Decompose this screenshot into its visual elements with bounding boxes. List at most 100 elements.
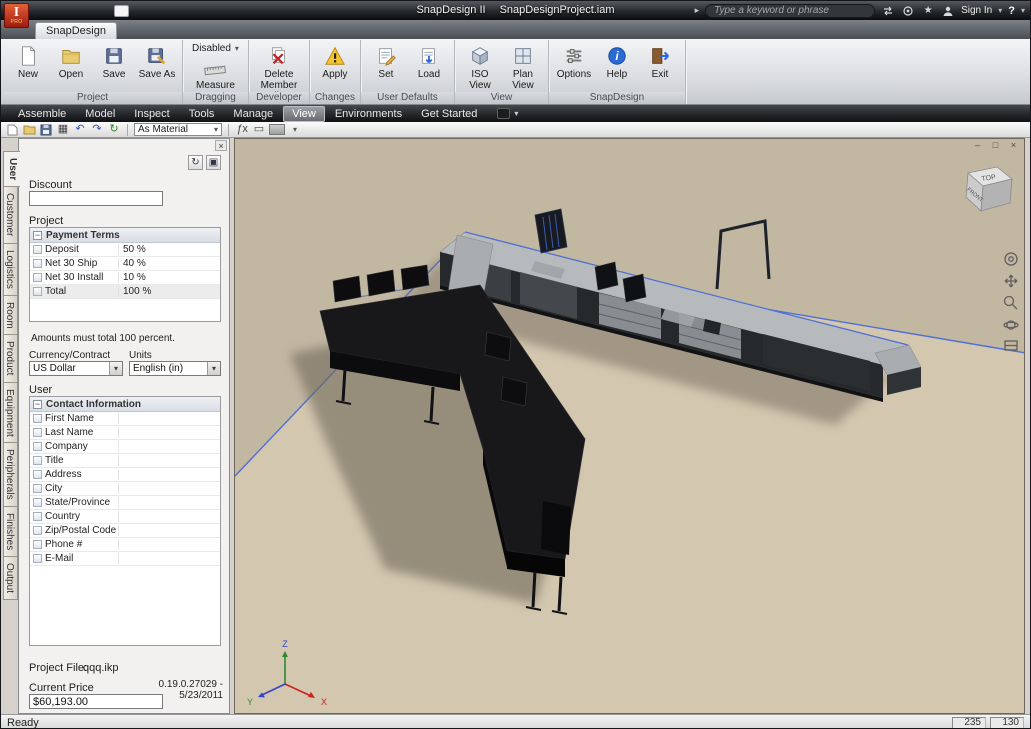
collapse-icon[interactable]: − bbox=[33, 399, 42, 409]
contact-field-row[interactable]: Country bbox=[30, 510, 220, 524]
new-button[interactable]: New bbox=[7, 41, 49, 83]
iso-view-button[interactable]: ISO View bbox=[459, 41, 501, 94]
payment-term-value[interactable]: 50 % bbox=[119, 244, 220, 255]
favorites-star-icon[interactable]: ★ bbox=[921, 4, 935, 17]
help-search-input[interactable] bbox=[705, 3, 876, 18]
payment-term-value[interactable]: 10 % bbox=[119, 272, 220, 283]
console-monitor[interactable] bbox=[332, 275, 362, 303]
toolbar-new-icon[interactable] bbox=[5, 123, 19, 136]
contact-field-row[interactable]: Address bbox=[30, 468, 220, 482]
contact-field-row[interactable]: State/Province bbox=[30, 496, 220, 510]
viewport-3d[interactable]: – □ × TOP FRONT Z X Y bbox=[234, 138, 1025, 714]
menu-environments[interactable]: Environments bbox=[326, 106, 411, 122]
menu-assemble[interactable]: Assemble bbox=[9, 106, 75, 122]
help-caret-icon[interactable]: ▾ bbox=[1021, 6, 1025, 15]
refresh-button[interactable]: ↻ bbox=[188, 155, 203, 170]
contact-field-row[interactable]: Last Name bbox=[30, 426, 220, 440]
redo-icon[interactable]: ↷ bbox=[90, 123, 104, 136]
side-tab-equipment[interactable]: Equipment bbox=[3, 382, 18, 444]
help-button[interactable]: ? bbox=[1008, 5, 1015, 17]
sign-in-link[interactable]: Sign In bbox=[961, 5, 992, 16]
update-icon[interactable]: ↻ bbox=[107, 123, 121, 136]
units-combo[interactable]: English (in) ▾ bbox=[129, 361, 221, 376]
menu-overflow-icon[interactable] bbox=[497, 108, 511, 119]
currency-combo-caret-icon[interactable]: ▾ bbox=[109, 362, 122, 375]
side-tab-logistics[interactable]: Logistics bbox=[3, 243, 18, 296]
payment-term-row[interactable]: Total 100 % bbox=[30, 285, 220, 299]
payment-term-value[interactable]: 100 % bbox=[119, 286, 220, 297]
bench-monitor[interactable] bbox=[594, 261, 619, 291]
exit-button[interactable]: Exit bbox=[639, 41, 681, 83]
collapse-icon[interactable]: − bbox=[33, 230, 42, 240]
restore-icon[interactable]: □ bbox=[990, 140, 1001, 150]
color-swatch[interactable] bbox=[269, 124, 285, 135]
panel-close-button[interactable]: × bbox=[215, 140, 227, 151]
close-icon[interactable]: × bbox=[1008, 140, 1019, 150]
measure-button[interactable]: Measure bbox=[194, 58, 236, 94]
contact-field-row[interactable]: Zip/Postal Code bbox=[30, 524, 220, 538]
color-swatch-caret-icon[interactable]: ▾ bbox=[288, 123, 302, 136]
parameters-fx-icon[interactable]: ƒx bbox=[235, 123, 249, 136]
load-defaults-button[interactable]: Load bbox=[408, 41, 450, 83]
contact-information-header[interactable]: − Contact Information bbox=[30, 397, 220, 412]
search-arrows-icon[interactable] bbox=[881, 4, 895, 17]
payment-terms-header[interactable]: − Payment Terms bbox=[30, 228, 220, 243]
application-menu-button[interactable]: I PRO bbox=[4, 3, 29, 28]
side-tab-user[interactable]: User bbox=[3, 151, 20, 188]
material-appearance-combo[interactable]: As Material ▾ bbox=[134, 123, 222, 136]
sign-in-caret-icon[interactable]: ▾ bbox=[998, 6, 1002, 15]
side-tab-room[interactable]: Room bbox=[3, 295, 18, 336]
minimize-icon[interactable]: – bbox=[972, 140, 983, 150]
menu-model[interactable]: Model bbox=[76, 106, 124, 122]
contact-field-row[interactable]: Title bbox=[30, 454, 220, 468]
menu-overflow-caret-icon[interactable]: ▾ bbox=[514, 109, 518, 118]
help-ribbon-button[interactable]: i Help bbox=[596, 41, 638, 83]
payment-term-value[interactable]: 40 % bbox=[119, 258, 220, 269]
plan-view-button[interactable]: Plan View bbox=[502, 41, 544, 94]
set-defaults-button[interactable]: Set bbox=[365, 41, 407, 83]
toolbar-grid-icon[interactable]: ▦ bbox=[56, 123, 70, 136]
current-price-input[interactable] bbox=[29, 694, 163, 709]
menu-tools[interactable]: Tools bbox=[180, 106, 224, 122]
contact-field-row[interactable]: First Name bbox=[30, 412, 220, 426]
save-as-button[interactable]: Save As bbox=[136, 41, 178, 83]
menu-manage[interactable]: Manage bbox=[224, 106, 282, 122]
currency-combo[interactable]: US Dollar ▾ bbox=[29, 361, 123, 376]
payment-term-row[interactable]: Net 30 Install 10 % bbox=[30, 271, 220, 285]
scene-canvas[interactable]: TOP FRONT Z X Y bbox=[235, 139, 1025, 714]
console-monitor[interactable] bbox=[366, 269, 396, 297]
options-button[interactable]: Options bbox=[553, 41, 595, 83]
bench-monitor[interactable] bbox=[622, 273, 647, 303]
menu-inspect[interactable]: Inspect bbox=[125, 106, 178, 122]
communication-center-icon[interactable] bbox=[901, 4, 915, 17]
pin-button[interactable]: ▣ bbox=[206, 155, 221, 170]
side-tab-output[interactable]: Output bbox=[3, 557, 18, 601]
sign-in-person-icon[interactable] bbox=[941, 4, 955, 17]
dragging-mode-combo[interactable]: Disabled ▾ bbox=[187, 41, 244, 56]
side-tab-customer[interactable]: Customer bbox=[3, 187, 18, 244]
side-tab-peripherals[interactable]: Peripherals bbox=[3, 443, 18, 508]
open-button[interactable]: Open bbox=[50, 41, 92, 83]
side-tab-product[interactable]: Product bbox=[3, 335, 18, 383]
contact-field-row[interactable]: Company bbox=[30, 440, 220, 454]
apply-button[interactable]: Apply bbox=[314, 41, 356, 83]
undo-icon[interactable]: ↶ bbox=[73, 123, 87, 136]
units-combo-caret-icon[interactable]: ▾ bbox=[207, 362, 220, 375]
discount-input[interactable] bbox=[29, 191, 163, 206]
save-button[interactable]: Save bbox=[93, 41, 135, 83]
toolbar-save-icon[interactable] bbox=[39, 123, 53, 136]
side-tab-finishes[interactable]: Finishes bbox=[3, 507, 18, 558]
line-style-icon[interactable]: ▭ bbox=[252, 123, 266, 136]
payment-term-row[interactable]: Deposit 50 % bbox=[30, 243, 220, 257]
contact-field-row[interactable]: Phone # bbox=[30, 538, 220, 552]
search-expand-caret-icon[interactable]: ▸ bbox=[695, 5, 700, 16]
menu-get-started[interactable]: Get Started bbox=[412, 106, 486, 122]
contact-field-row[interactable]: City bbox=[30, 482, 220, 496]
tab-snapdesign[interactable]: SnapDesign bbox=[35, 22, 117, 39]
equipment-rack[interactable] bbox=[534, 208, 568, 254]
menu-view[interactable]: View bbox=[283, 105, 325, 122]
toolbar-open-icon[interactable] bbox=[22, 123, 36, 136]
cpu-tower[interactable] bbox=[541, 501, 571, 555]
payment-term-row[interactable]: Net 30 Ship 40 % bbox=[30, 257, 220, 271]
contact-field-row[interactable]: E-Mail bbox=[30, 552, 220, 566]
